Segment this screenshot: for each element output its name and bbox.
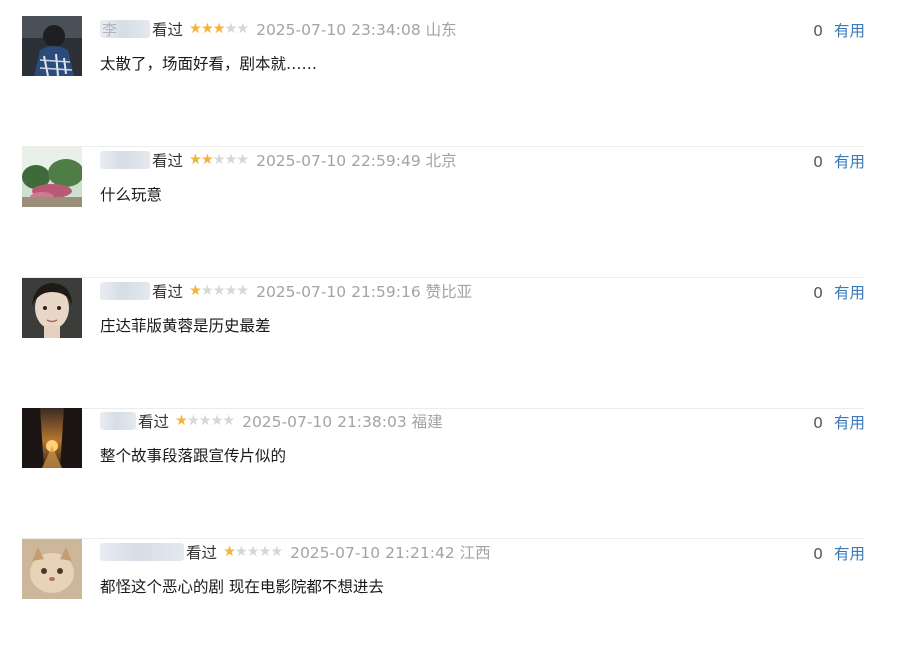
star-icon: ★ xyxy=(189,20,202,37)
watched-label: 看过 xyxy=(152,21,184,39)
avatar[interactable] xyxy=(22,408,82,468)
review-comment: 什么玩意 xyxy=(100,186,163,204)
rating-stars: ★ ★ ★ ★ ★ xyxy=(175,412,235,429)
review-meta: 看过 ★ ★ ★ ★ ★ 2025-07-10 22:59:49 北京 xyxy=(100,149,457,171)
username-redacted[interactable]: 李 xyxy=(100,20,150,39)
avatar[interactable] xyxy=(22,278,82,338)
rating-stars: ★ ★ ★ ★ ★ xyxy=(189,282,249,299)
username-fragment: 李 xyxy=(102,21,118,39)
useful-button[interactable]: 有用 xyxy=(834,153,865,171)
review-comment: 太散了，场面好看，剧本就…… xyxy=(100,55,318,73)
review-meta: 李 看过 ★ ★ ★ ★ ★ 2025-07-10 23:34:08 山东 xyxy=(100,18,457,40)
review-timestamp: 2025-07-10 23:34:08 山东 xyxy=(256,21,457,39)
star-icon: ★ xyxy=(200,20,214,37)
star-icon: ★ xyxy=(236,151,249,168)
star-icon: ★ xyxy=(186,412,200,429)
star-icon: ★ xyxy=(234,543,248,560)
review-item: 李 看过 ★ ★ ★ ★ ★ 2025-07-10 23:34:08 山东 太散了，场面… xyxy=(22,16,865,147)
star-icon: ★ xyxy=(200,151,214,168)
review-item: 看过 ★ ★ ★ ★ ★ 2025-07-10 21:21:42 江西 都怪这个恶心的剧… xyxy=(22,539,865,670)
star-icon: ★ xyxy=(224,151,237,168)
useful-vote: 0 有用 xyxy=(813,411,865,433)
review-location: 北京 xyxy=(425,152,457,170)
star-icon: ★ xyxy=(223,543,236,560)
review-meta: 看过 ★ ★ ★ ★ ★ 2025-07-10 21:38:03 福建 xyxy=(100,410,443,432)
useful-vote: 0 有用 xyxy=(813,281,865,303)
star-icon: ★ xyxy=(200,282,214,299)
useful-button[interactable]: 有用 xyxy=(834,545,865,563)
rating-stars: ★ ★ ★ ★ ★ xyxy=(189,151,249,168)
useful-count: 0 xyxy=(813,153,824,171)
review-timestamp: 2025-07-10 21:38:03 福建 xyxy=(242,413,443,431)
review-item: 看过 ★ ★ ★ ★ ★ 2025-07-10 21:38:03 福建 整个故事段落跟宣… xyxy=(22,408,865,539)
star-icon: ★ xyxy=(212,20,226,37)
review-location: 福建 xyxy=(411,413,443,431)
star-icon: ★ xyxy=(175,412,188,429)
review-comment: 庄达菲版黄蓉是历史最差 xyxy=(100,317,271,335)
watched-label: 看过 xyxy=(138,413,170,431)
useful-vote: 0 有用 xyxy=(813,150,865,172)
star-icon: ★ xyxy=(224,282,237,299)
rating-stars: ★ ★ ★ ★ ★ xyxy=(189,20,249,37)
review-timestamp: 2025-07-10 21:21:42 江西 xyxy=(290,544,491,562)
review-meta: 看过 ★ ★ ★ ★ ★ 2025-07-10 21:59:16 赞比亚 xyxy=(100,280,472,302)
star-icon: ★ xyxy=(236,20,249,37)
review-comment: 都怪这个恶心的剧 现在电影院都不想进去 xyxy=(100,578,384,596)
username-redacted[interactable] xyxy=(100,412,136,430)
review-location: 江西 xyxy=(459,544,491,562)
review-location: 赞比亚 xyxy=(425,283,473,301)
star-icon: ★ xyxy=(189,282,202,299)
watched-label: 看过 xyxy=(152,283,184,301)
useful-button[interactable]: 有用 xyxy=(834,284,865,302)
useful-vote: 0 有用 xyxy=(813,19,865,41)
useful-count: 0 xyxy=(813,414,824,432)
star-icon: ★ xyxy=(258,543,271,560)
username-redacted[interactable] xyxy=(100,543,184,561)
star-icon: ★ xyxy=(212,282,226,299)
useful-count: 0 xyxy=(813,22,824,40)
star-icon: ★ xyxy=(189,151,202,168)
useful-count: 0 xyxy=(813,545,824,563)
rating-stars: ★ ★ ★ ★ ★ xyxy=(223,543,283,560)
avatar[interactable] xyxy=(22,147,82,207)
avatar[interactable] xyxy=(22,16,82,76)
review-comment: 整个故事段落跟宣传片似的 xyxy=(100,447,287,465)
avatar[interactable] xyxy=(22,539,82,599)
useful-button[interactable]: 有用 xyxy=(834,22,865,40)
useful-count: 0 xyxy=(813,284,824,302)
star-icon: ★ xyxy=(224,20,237,37)
useful-button[interactable]: 有用 xyxy=(834,414,865,432)
star-icon: ★ xyxy=(222,412,235,429)
review-meta: 看过 ★ ★ ★ ★ ★ 2025-07-10 21:21:42 江西 xyxy=(100,541,491,563)
star-icon: ★ xyxy=(270,543,283,560)
review-timestamp: 2025-07-10 21:59:16 赞比亚 xyxy=(256,283,473,301)
star-icon: ★ xyxy=(212,151,226,168)
username-redacted[interactable] xyxy=(100,151,150,169)
star-icon: ★ xyxy=(198,412,212,429)
username-redacted[interactable] xyxy=(100,282,150,300)
review-item: 看过 ★ ★ ★ ★ ★ 2025-07-10 22:59:49 北京 什么玩意 0 有… xyxy=(22,147,865,278)
star-icon: ★ xyxy=(210,412,223,429)
review-timestamp: 2025-07-10 22:59:49 北京 xyxy=(256,152,457,170)
review-item: 看过 ★ ★ ★ ★ ★ 2025-07-10 21:59:16 赞比亚 庄达菲版黄蓉是… xyxy=(22,278,865,409)
watched-label: 看过 xyxy=(152,152,184,170)
star-icon: ★ xyxy=(236,282,249,299)
watched-label: 看过 xyxy=(186,544,218,562)
star-icon: ★ xyxy=(246,543,260,560)
review-location: 山东 xyxy=(425,21,457,39)
useful-vote: 0 有用 xyxy=(813,542,865,564)
